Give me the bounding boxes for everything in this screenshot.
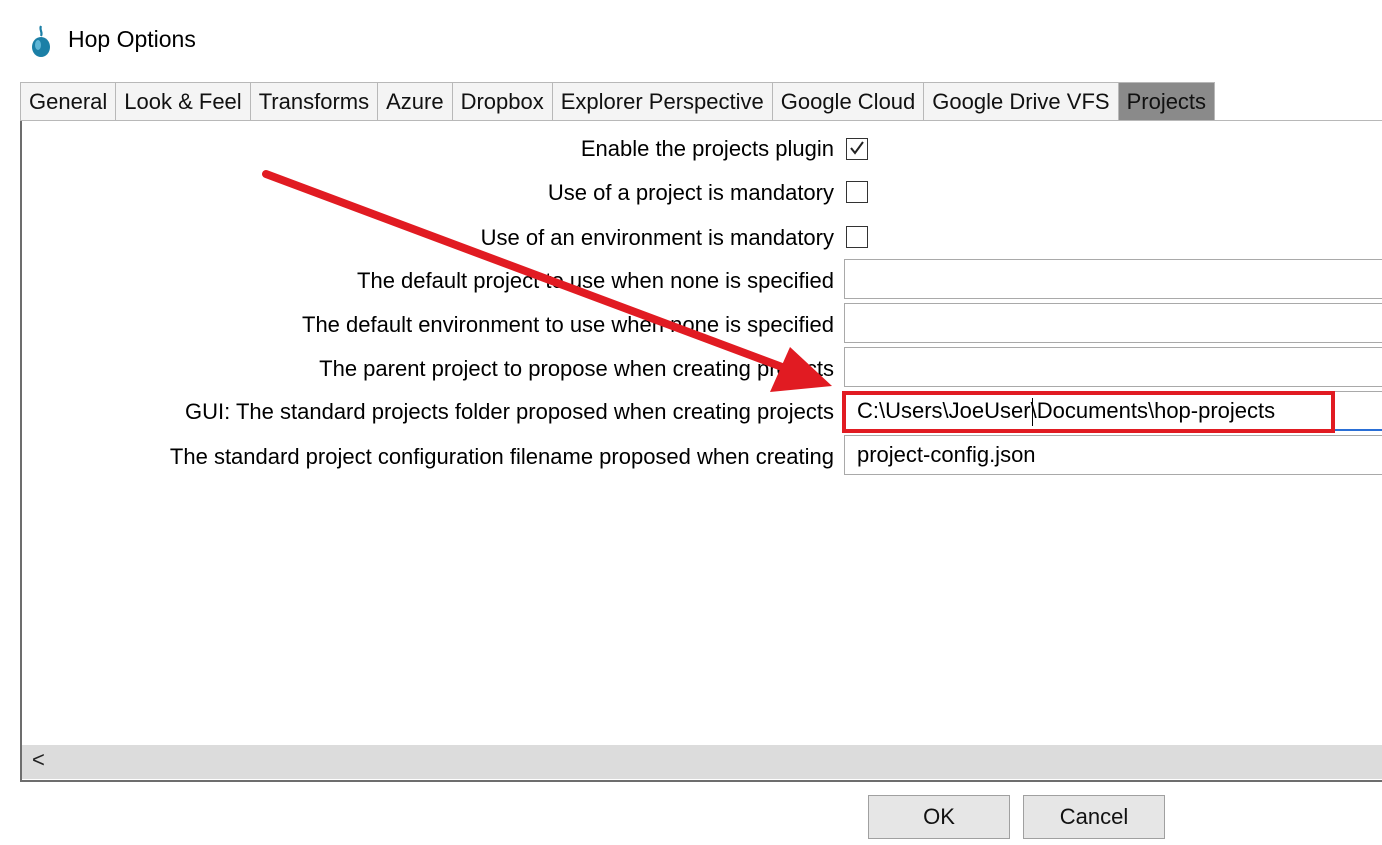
text-caret [1032, 398, 1033, 426]
scroll-left-icon[interactable]: < [32, 747, 45, 773]
config-filename-input[interactable]: project-config.json [844, 435, 1382, 475]
project-mandatory-label: Use of a project is mandatory [547, 180, 834, 205]
horizontal-scrollbar[interactable]: < [22, 745, 1382, 779]
cancel-button[interactable]: Cancel [1023, 795, 1165, 839]
tab-transforms[interactable]: Transforms [249, 82, 378, 120]
environment-mandatory-checkbox[interactable] [846, 226, 868, 248]
tab-projects[interactable]: Projects [1117, 82, 1216, 120]
projects-folder-input[interactable]: C:\Users\JoeUser\Documents\hop-projects [844, 391, 1382, 431]
ok-button[interactable]: OK [868, 795, 1010, 839]
parent-project-input[interactable] [844, 347, 1382, 387]
tab-general[interactable]: General [20, 82, 116, 120]
hop-logo-icon [32, 25, 50, 57]
tab-dropbox[interactable]: Dropbox [451, 82, 552, 120]
tab-google-drive-vfs[interactable]: Google Drive VFS [923, 82, 1118, 120]
tab-google-cloud[interactable]: Google Cloud [771, 82, 924, 120]
environment-mandatory-label: Use of an environment is mandatory [480, 225, 834, 250]
tab-bar: General Look & Feel Transforms Azure Dro… [20, 82, 1382, 121]
project-mandatory-checkbox[interactable] [846, 181, 868, 203]
tab-azure[interactable]: Azure [377, 82, 452, 120]
enable-plugin-label: Enable the projects plugin [580, 136, 834, 161]
default-project-label: The default project to use when none is … [357, 268, 834, 293]
tab-explorer-perspective[interactable]: Explorer Perspective [551, 82, 772, 120]
enable-plugin-checkbox[interactable] [846, 138, 868, 160]
tab-look-and-feel[interactable]: Look & Feel [115, 82, 250, 120]
config-filename-label: The standard project configuration filen… [169, 444, 834, 469]
default-environment-input[interactable] [844, 303, 1382, 343]
default-environment-label: The default environment to use when none… [302, 312, 834, 337]
parent-project-label: The parent project to propose when creat… [319, 356, 834, 381]
projects-folder-label: GUI: The standard projects folder propos… [185, 399, 834, 424]
default-project-input[interactable] [844, 259, 1382, 299]
title-bar: Hop Options [0, 0, 1382, 80]
window-title: Hop Options [68, 26, 196, 52]
checkmark-icon [850, 141, 864, 155]
